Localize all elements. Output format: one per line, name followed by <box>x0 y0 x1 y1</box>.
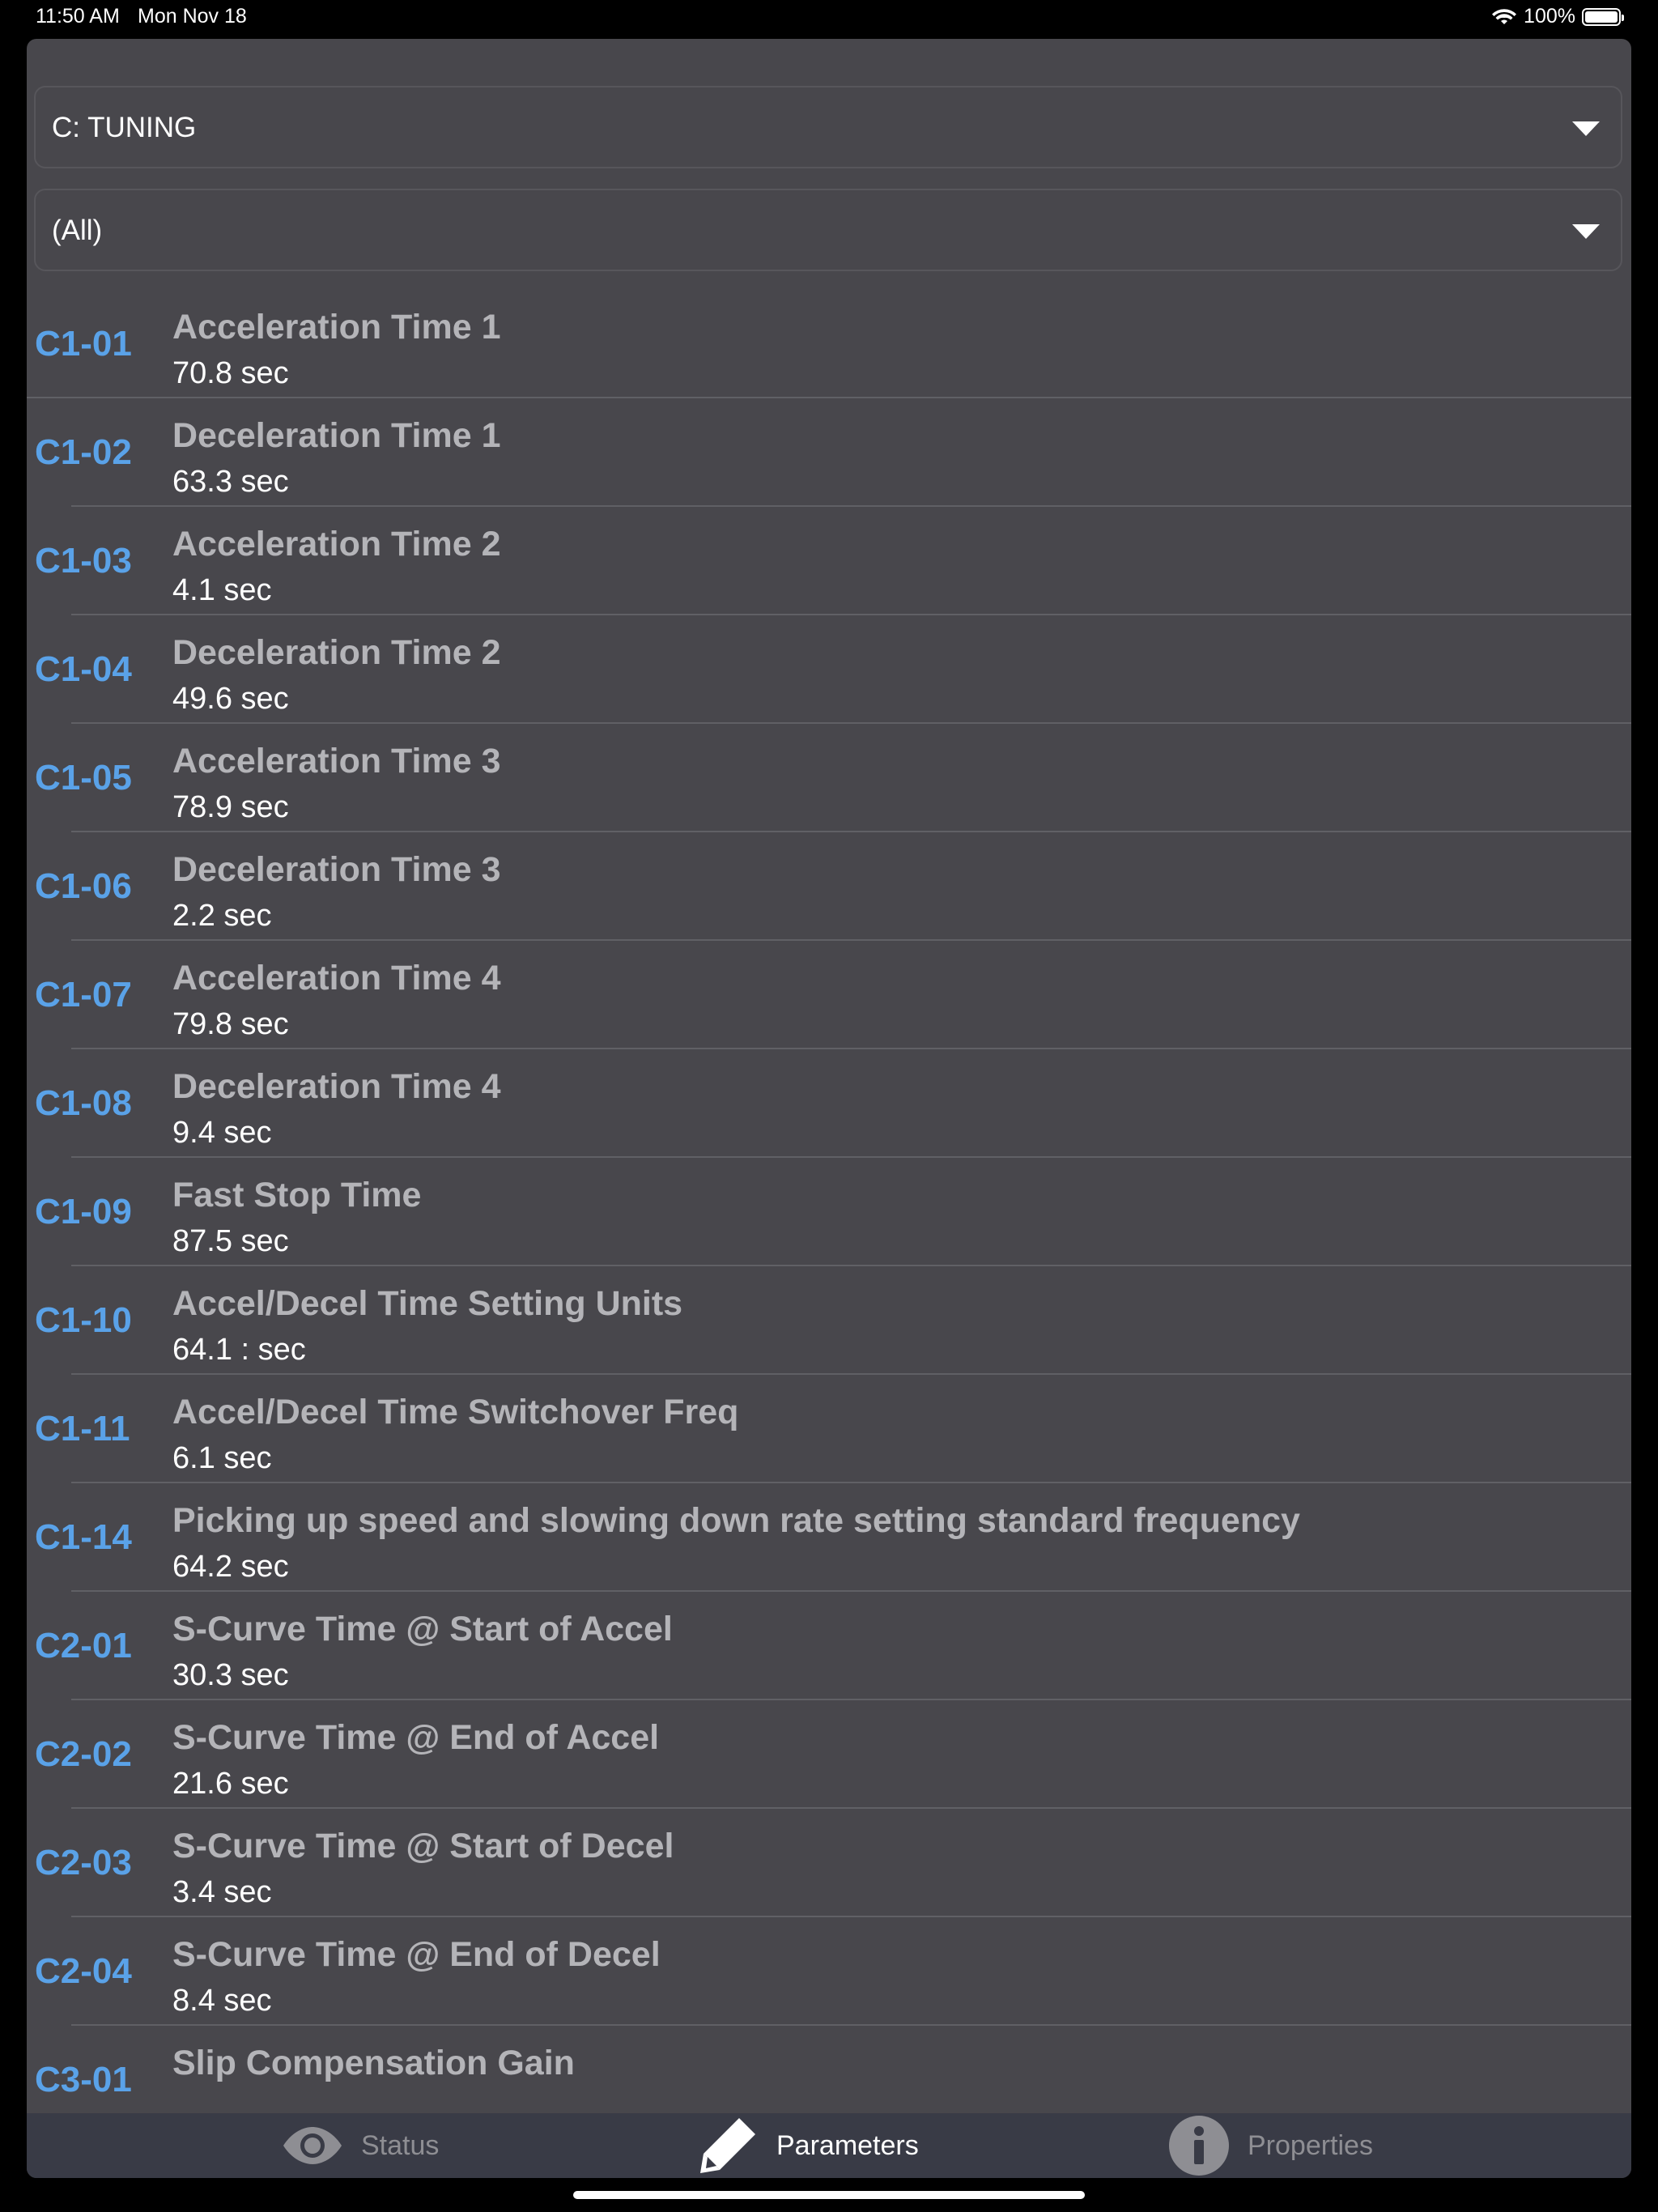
tab-properties[interactable]: Properties <box>1168 2093 1373 2178</box>
parameter-name: Picking up speed and slowing down rate s… <box>172 1501 1300 1540</box>
tab-status[interactable]: Status <box>282 2093 439 2178</box>
parameter-code: C1-04 <box>35 649 132 689</box>
parameter-row[interactable]: C1-06 Deceleration Time 3 2.2 sec <box>35 832 1631 941</box>
parameter-row[interactable]: C2-02 S-Curve Time @ End of Accel 21.6 sec <box>35 1700 1631 1809</box>
app-window: C: TUNING (All) C1-01 Acceleration Time 1… <box>27 39 1631 2178</box>
subcategory-dropdown[interactable]: (All) <box>34 189 1622 271</box>
parameter-name: Accel/Decel Time Setting Units <box>172 1284 683 1323</box>
parameter-name: S-Curve Time @ Start of Decel <box>172 1827 674 1865</box>
parameter-name: Acceleration Time 3 <box>172 742 501 781</box>
battery-percent: 100% <box>1524 5 1575 28</box>
battery-level <box>1585 11 1618 23</box>
parameter-code: C1-14 <box>35 1517 132 1557</box>
parameter-row[interactable]: C2-03 S-Curve Time @ Start of Decel 3.4 se… <box>35 1809 1631 1917</box>
parameter-name: Accel/Decel Time Switchover Freq <box>172 1393 739 1431</box>
parameter-row[interactable]: C1-14 Picking up speed and slowing down r… <box>35 1483 1631 1592</box>
parameter-row[interactable]: C1-02 Deceleration Time 1 63.3 sec <box>35 398 1631 507</box>
parameter-code: C1-06 <box>35 866 132 906</box>
tab-parameters[interactable]: Parameters <box>697 2093 919 2178</box>
parameter-name: Acceleration Time 2 <box>172 525 501 564</box>
parameter-row[interactable]: C1-01 Acceleration Time 1 70.8 sec <box>27 290 1631 398</box>
parameter-row[interactable]: C1-10 Accel/Decel Time Setting Units 64.1 … <box>35 1266 1631 1375</box>
tab-parameters-label: Parameters <box>776 2129 919 2161</box>
parameter-code: C1-11 <box>35 1409 130 1448</box>
parameter-name: Acceleration Time 1 <box>172 308 501 347</box>
parameter-row[interactable]: C2-01 S-Curve Time @ Start of Accel 30.3 s… <box>35 1592 1631 1700</box>
parameter-value: 79.8 sec <box>172 1007 289 1041</box>
parameter-value: 30.3 sec <box>172 1658 289 1692</box>
parameter-code: C2-01 <box>35 1626 132 1665</box>
home-indicator[interactable] <box>573 2191 1085 2199</box>
parameter-code: C1-03 <box>35 541 132 581</box>
parameter-value: 4.1 sec <box>172 573 272 607</box>
parameter-name: Deceleration Time 3 <box>172 850 501 889</box>
parameter-code: C1-09 <box>35 1192 132 1231</box>
parameter-value: 78.9 sec <box>172 790 289 824</box>
parameter-code: C1-08 <box>35 1083 132 1123</box>
category-dropdown[interactable]: C: TUNING <box>34 86 1622 168</box>
parameter-value: 2.2 sec <box>172 899 272 933</box>
info-icon <box>1169 2116 1229 2176</box>
parameter-name: Deceleration Time 2 <box>172 633 501 672</box>
parameter-value: 3.4 sec <box>172 1875 272 1909</box>
battery-icon <box>1582 7 1624 26</box>
parameter-row[interactable]: C1-08 Deceleration Time 4 9.4 sec <box>35 1049 1631 1158</box>
parameter-name: S-Curve Time @ End of Decel <box>172 1935 661 1974</box>
eye-icon <box>283 2127 342 2164</box>
status-bar: 11:50 AM Mon Nov 18 100% <box>0 0 1658 34</box>
parameter-code: C3-01 <box>35 2060 132 2099</box>
parameter-row[interactable]: C1-07 Acceleration Time 4 79.8 sec <box>35 941 1631 1049</box>
parameter-row[interactable]: C1-11 Accel/Decel Time Switchover Freq 6.1… <box>35 1375 1631 1483</box>
parameter-value: 6.1 sec <box>172 1441 272 1475</box>
parameter-row[interactable]: C1-09 Fast Stop Time 87.5 sec <box>35 1158 1631 1266</box>
status-right: 100% <box>1491 5 1624 28</box>
status-time: 11:50 AM <box>36 5 120 28</box>
parameter-value: 64.2 sec <box>172 1550 289 1584</box>
parameter-value: 87.5 sec <box>172 1224 289 1258</box>
parameter-value: 64.1 : sec <box>172 1333 306 1367</box>
parameter-name: Fast Stop Time <box>172 1176 422 1214</box>
parameter-code: C1-10 <box>35 1300 132 1340</box>
parameter-code: C2-03 <box>35 1843 132 1882</box>
parameter-row[interactable]: C1-04 Deceleration Time 2 49.6 sec <box>35 615 1631 724</box>
parameter-list[interactable]: C1-01 Acceleration Time 1 70.8 sec C1-02 Dec… <box>27 290 1631 2113</box>
parameter-name: Slip Compensation Gain <box>172 2044 575 2082</box>
tab-bar: Status Parameters Properties <box>27 2113 1631 2178</box>
tab-status-label: Status <box>361 2129 440 2161</box>
parameter-row[interactable]: C2-04 S-Curve Time @ End of Decel 8.4 sec <box>35 1917 1631 2026</box>
parameter-code: C1-07 <box>35 975 132 1015</box>
parameter-name: S-Curve Time @ Start of Accel <box>172 1610 673 1648</box>
parameter-value: 63.3 sec <box>172 465 289 499</box>
chevron-down-icon <box>1572 224 1600 239</box>
status-date: Mon Nov 18 <box>138 5 247 28</box>
subcategory-dropdown-value: (All) <box>52 215 103 246</box>
parameter-code: C2-02 <box>35 1734 132 1774</box>
parameter-name: Acceleration Time 4 <box>172 959 501 998</box>
parameter-value: 70.8 sec <box>172 356 289 390</box>
category-dropdown-value: C: TUNING <box>52 112 197 143</box>
tab-properties-label: Properties <box>1248 2129 1373 2161</box>
parameter-value: 9.4 sec <box>172 1116 272 1150</box>
parameter-name: Deceleration Time 1 <box>172 416 501 455</box>
wifi-icon <box>1492 8 1517 24</box>
parameter-code: C2-04 <box>35 1951 132 1991</box>
parameter-code: C1-05 <box>35 758 132 798</box>
parameter-code: C1-02 <box>35 432 132 472</box>
pencil-icon <box>700 2118 755 2173</box>
parameter-row[interactable]: C1-05 Acceleration Time 3 78.9 sec <box>35 724 1631 832</box>
parameter-value: 49.6 sec <box>172 682 289 716</box>
parameter-code: C1-01 <box>35 324 132 364</box>
parameter-name: S-Curve Time @ End of Accel <box>172 1718 660 1757</box>
parameter-value: 21.6 sec <box>172 1767 289 1801</box>
parameter-value: 8.4 sec <box>172 1984 272 2018</box>
parameter-name: Deceleration Time 4 <box>172 1067 501 1106</box>
parameter-row[interactable]: C1-03 Acceleration Time 2 4.1 sec <box>35 507 1631 615</box>
chevron-down-icon <box>1572 121 1600 136</box>
